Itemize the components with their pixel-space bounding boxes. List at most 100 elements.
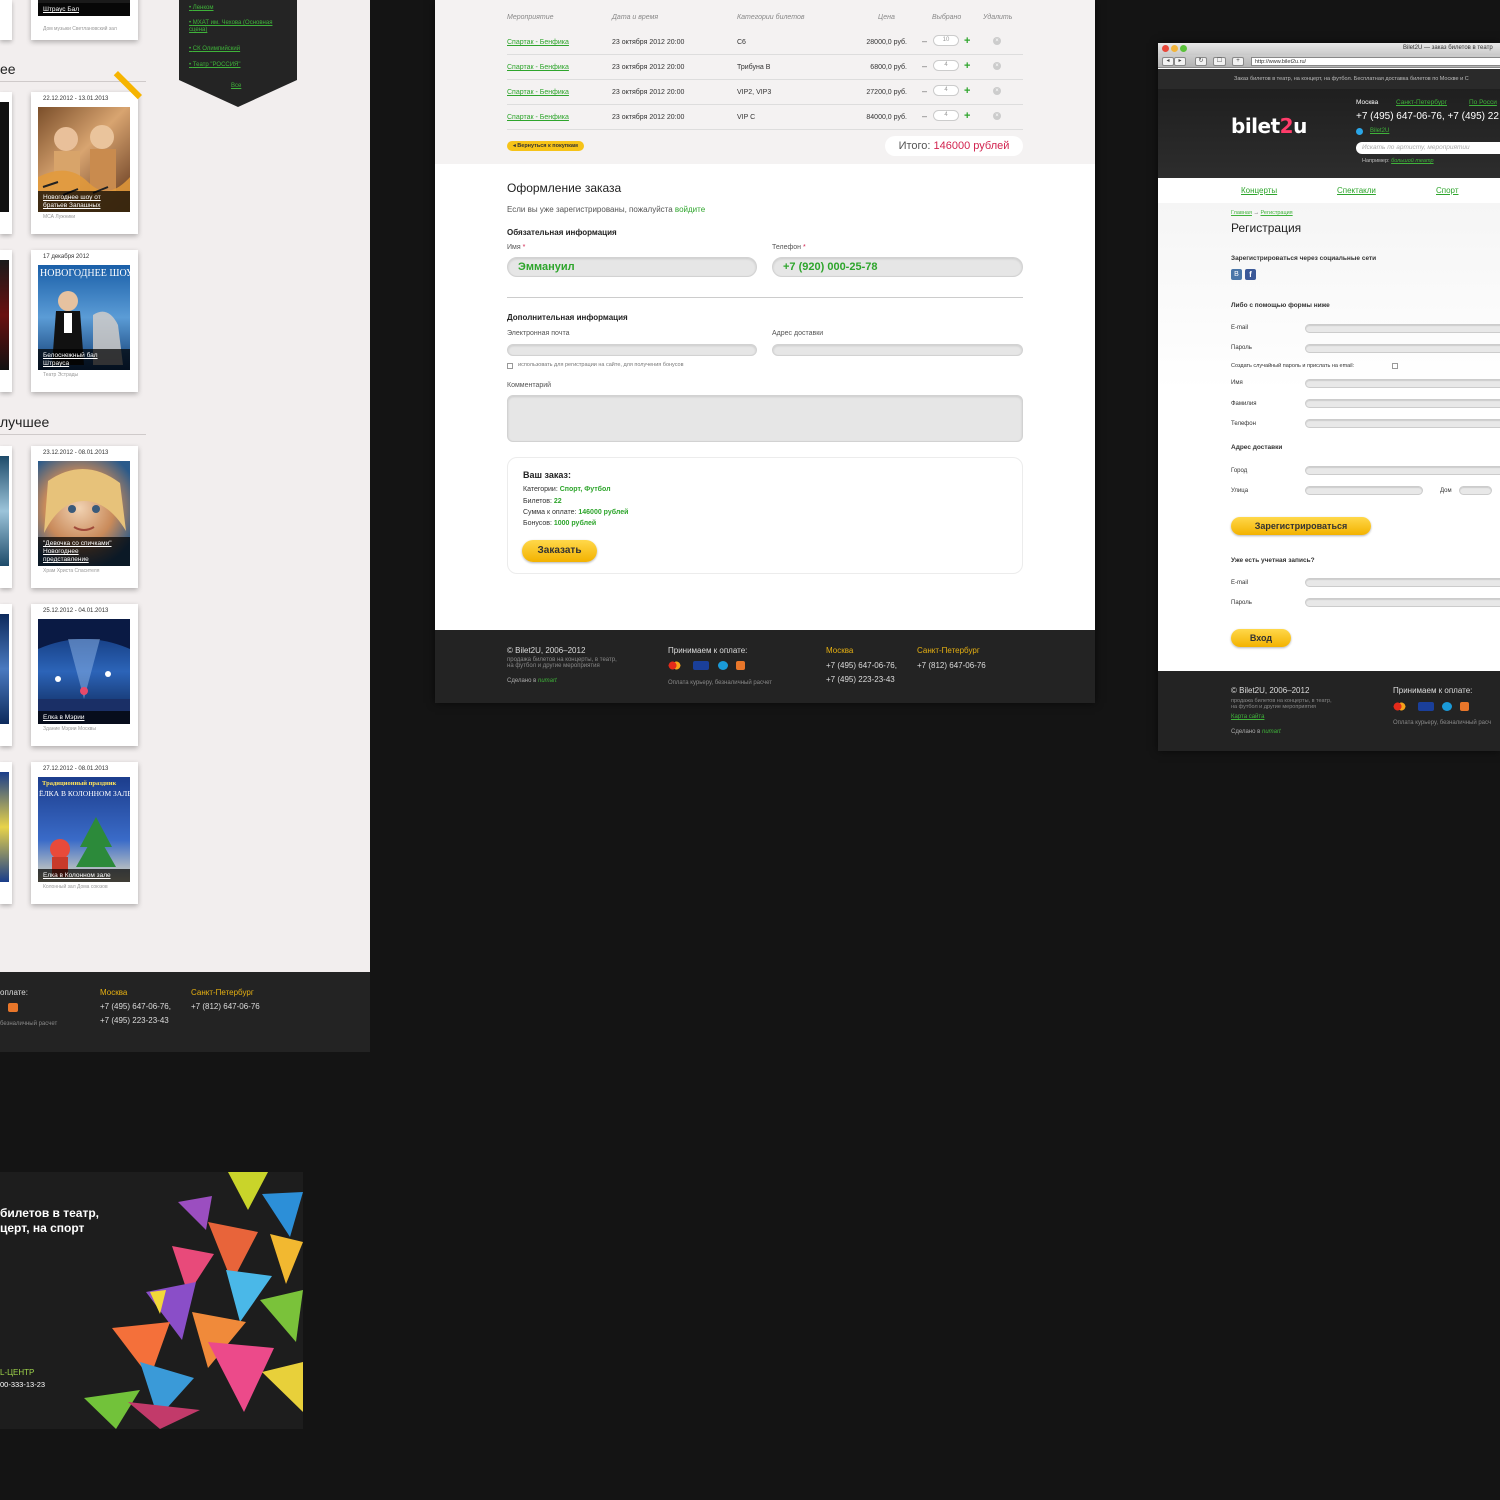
delete-icon[interactable]: × <box>993 62 1001 70</box>
event-caption[interactable]: Новогоднее шоу от братьев Запашных <box>38 191 130 212</box>
city-input[interactable] <box>1305 466 1500 475</box>
quantity-input[interactable]: 10 <box>933 35 959 46</box>
decrease-button[interactable]: – <box>922 61 927 71</box>
ticket-category: VIP C <box>737 114 756 121</box>
decrease-button[interactable]: – <box>922 111 927 121</box>
phone-input[interactable]: +7 (920) 000-25-78 <box>772 257 1023 277</box>
decrease-button[interactable]: – <box>922 86 927 96</box>
venue-link[interactable]: СК Олимпийский <box>189 46 289 53</box>
surname-input[interactable] <box>1305 399 1500 408</box>
event-card-partial[interactable] <box>0 0 12 40</box>
login-password-input[interactable] <box>1305 598 1500 607</box>
event-card-partial[interactable] <box>0 250 12 392</box>
numart-logo[interactable]: numart <box>1262 729 1281 735</box>
search-example: Например: большой театр <box>1362 158 1434 164</box>
nav-plays[interactable]: Спектакли <box>1337 186 1376 195</box>
event-link[interactable]: Спартак - Бенфика <box>507 114 569 121</box>
event-card[interactable]: 27.12.2012 - 08.01.2013 Традиционный пра… <box>31 762 138 904</box>
venue-link[interactable]: МХАТ им. Чехова (Основная сцена) <box>189 20 289 34</box>
maximize-icon[interactable] <box>1180 45 1187 52</box>
decrease-button[interactable]: – <box>922 36 927 46</box>
event-caption[interactable]: Белоснежный бал Штрауса <box>38 349 130 370</box>
example-link[interactable]: большой театр <box>1391 158 1433 164</box>
breadcrumb-home[interactable]: Главная <box>1231 210 1252 216</box>
city-moscow[interactable]: Москва <box>1356 99 1378 106</box>
webmoney-icon <box>1442 702 1452 711</box>
close-icon[interactable] <box>1162 45 1169 52</box>
city-russia-link[interactable]: По Росси <box>1469 99 1497 106</box>
login-button[interactable]: Вход <box>1231 629 1291 647</box>
facebook-icon[interactable]: f <box>1245 269 1256 280</box>
register-button[interactable]: Зарегистрироваться <box>1231 517 1371 535</box>
forward-icon[interactable]: ▸ <box>1174 57 1186 66</box>
event-card-partial[interactable] <box>0 604 12 746</box>
search-input[interactable]: Искать по артисту, мероприятиu <box>1356 142 1500 154</box>
skype-link[interactable]: Bilet2U <box>1370 128 1389 134</box>
quantity-input[interactable]: 4 <box>933 85 959 96</box>
url-bar[interactable]: http://www.bilet2u.ru/ <box>1251 57 1500 66</box>
event-card[interactable]: 22.12.2012 - 13.01.2013 Новогоднее шоу о… <box>31 70 142 234</box>
delete-icon[interactable]: × <box>993 112 1001 120</box>
city-spb-link[interactable]: Санкт-Петербург <box>1396 99 1447 106</box>
add-bookmark-icon[interactable]: + <box>1232 57 1244 66</box>
increase-button[interactable]: + <box>964 85 970 97</box>
event-card[interactable]: 17 декабря 2012 НОВОГОДНЕЕ ШОУ Белоснежн… <box>31 250 138 392</box>
email-label: E-mail <box>1231 325 1249 331</box>
email-input[interactable] <box>507 344 757 356</box>
login-link[interactable]: войдите <box>675 205 705 214</box>
place-order-button[interactable]: Заказать <box>522 540 597 562</box>
house-input[interactable] <box>1459 486 1492 495</box>
increase-button[interactable]: + <box>964 60 970 72</box>
event-date: 23 октября 2012 20:00 <box>612 89 685 96</box>
street-input[interactable] <box>1305 486 1423 495</box>
back-icon[interactable]: ◂ <box>1162 57 1174 66</box>
back-to-shopping-button[interactable]: ◂ Вернуться к покупкам <box>507 141 584 151</box>
nav-concerts[interactable]: Концерты <box>1241 186 1277 195</box>
address-input[interactable] <box>772 344 1023 356</box>
event-link[interactable]: Спартак - Бенфика <box>507 64 569 71</box>
event-link[interactable]: Спартак - Бенфика <box>507 89 569 96</box>
bilet2u-logo[interactable]: bilet2u <box>1231 114 1307 138</box>
name-input[interactable]: Эммануил <box>507 257 757 277</box>
random-password-checkbox[interactable] <box>1392 363 1398 369</box>
venue-link[interactable]: Театр "РОССИЯ" <box>189 62 289 69</box>
name-input[interactable] <box>1305 379 1500 388</box>
event-poster: Традиционный праздник ЁЛКА В КОЛОННОМ ЗА… <box>38 777 130 882</box>
nav-sport[interactable]: Спорт <box>1436 186 1459 195</box>
new-ribbon <box>113 70 142 100</box>
comment-textarea[interactable] <box>507 395 1023 442</box>
delete-icon[interactable]: × <box>993 37 1001 45</box>
event-card-partial[interactable] <box>0 446 12 588</box>
phone-input[interactable] <box>1305 419 1500 428</box>
quantity-input[interactable]: 4 <box>933 60 959 71</box>
minimize-icon[interactable] <box>1171 45 1178 52</box>
numart-logo[interactable]: numart <box>538 678 557 684</box>
event-card-partial[interactable] <box>0 92 12 234</box>
event-caption[interactable]: "Девочка со спичками" Новогоднее предста… <box>38 537 130 566</box>
delete-icon[interactable]: × <box>993 87 1001 95</box>
increase-button[interactable]: + <box>964 110 970 122</box>
venue-link[interactable]: Ленком <box>189 5 289 12</box>
password-input[interactable] <box>1305 344 1500 353</box>
vk-icon[interactable]: В <box>1231 269 1242 280</box>
event-card-partial[interactable] <box>0 762 12 904</box>
login-password-label: Пароль <box>1231 600 1252 606</box>
all-venues-link[interactable]: Все <box>231 83 241 89</box>
event-caption[interactable]: Елка в Мэрии <box>38 711 130 724</box>
email-input[interactable] <box>1305 324 1500 333</box>
event-card[interactable]: 25.12.2012 - 04.01.2013 Елка в Мэрии Зда… <box>31 604 138 746</box>
event-caption[interactable]: Штраус Бал <box>38 3 130 16</box>
login-email-input[interactable] <box>1305 578 1500 587</box>
breadcrumb-current[interactable]: Регистрация <box>1261 210 1293 216</box>
increase-button[interactable]: + <box>964 35 970 47</box>
event-link[interactable]: Спартак - Бенфика <box>507 39 569 46</box>
event-card-top[interactable]: Штраус Бал Дом музыки Светлановский зал <box>31 0 138 40</box>
phone-moscow-2: +7 (495) 223-23-43 <box>100 1016 169 1025</box>
sitemap-link[interactable]: Карта сайта <box>1231 714 1264 720</box>
register-checkbox[interactable] <box>507 363 513 369</box>
reload-icon[interactable]: ↻ <box>1195 57 1207 66</box>
bookmarks-icon[interactable]: ☐ <box>1213 57 1226 66</box>
event-caption[interactable]: Елка в Колонном зале <box>38 869 130 882</box>
event-card[interactable]: 23.12.2012 - 08.01.2013 "Девочка со спич… <box>31 446 138 588</box>
quantity-input[interactable]: 4 <box>933 110 959 121</box>
